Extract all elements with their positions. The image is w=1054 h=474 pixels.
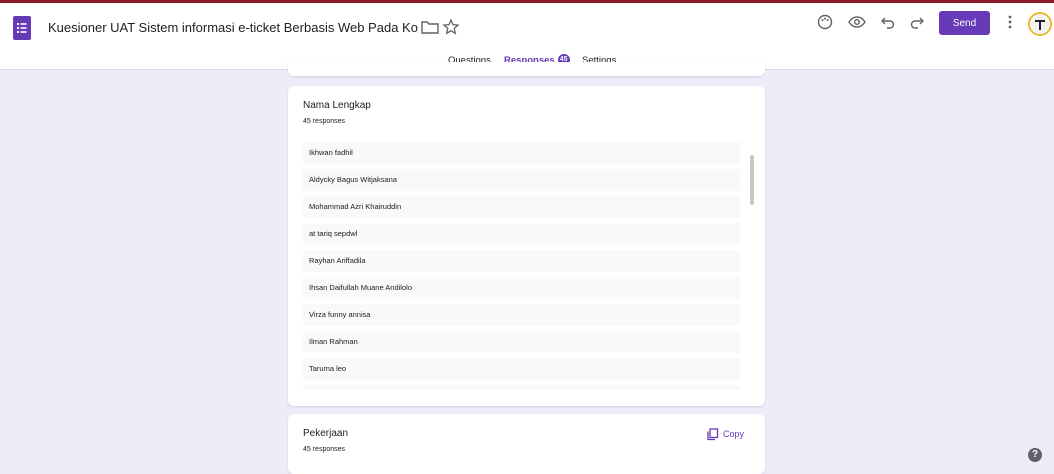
response-count: 45 responses — [303, 446, 346, 453]
response-list[interactable]: Ikhwan fadhil Aldycky Bagus Witjaksana M… — [303, 142, 740, 390]
list-item: Aldycky Bagus Witjaksana — [303, 169, 740, 191]
redo-icon[interactable] — [906, 11, 928, 33]
send-button[interactable]: Send — [939, 11, 990, 35]
list-item: Mohammad Azri Khairuddin — [303, 196, 740, 218]
undo-icon[interactable] — [877, 11, 899, 33]
list-item: Ihsan Daifullah Muane Andilolo — [303, 277, 740, 299]
star-icon[interactable] — [440, 16, 462, 38]
question-card-pekerjaan: Pekerjaan 45 responses Copy — [288, 414, 765, 474]
copy-icon — [707, 428, 719, 441]
response-count: 45 responses — [303, 118, 346, 125]
list-item: at tariq sepdwl — [303, 223, 740, 245]
list-item: Virza funny annisa — [303, 304, 740, 326]
list-item: Ikhwan fadhil — [303, 142, 740, 164]
list-item: Taruma leo — [303, 358, 740, 380]
form-title[interactable]: Kuesioner UAT Sistem informasi e-ticket … — [48, 18, 418, 38]
more-vert-icon[interactable] — [999, 11, 1021, 33]
question-title: Pekerjaan — [303, 428, 349, 439]
copy-button[interactable]: Copy — [706, 426, 744, 442]
response-list-scrollbar[interactable] — [750, 155, 754, 205]
list-item: Ilman Rahman — [303, 331, 740, 353]
list-item-partial — [303, 385, 740, 390]
question-card-nama-lengkap: Nama Lengkap 45 responses Ikhwan fadhil … — [288, 86, 765, 406]
previous-question-card — [288, 62, 765, 76]
question-title: Nama Lengkap — [303, 100, 371, 111]
app-header: Kuesioner UAT Sistem informasi e-ticket … — [0, 3, 1054, 72]
preview-eye-icon[interactable] — [846, 11, 868, 33]
google-forms-logo-icon[interactable] — [13, 16, 31, 40]
folder-icon[interactable] — [419, 16, 441, 38]
help-icon[interactable]: ? — [1028, 448, 1042, 462]
account-avatar[interactable] — [1028, 12, 1052, 36]
list-item: Rayhan Ariffadila — [303, 250, 740, 272]
palette-icon[interactable] — [814, 11, 836, 33]
